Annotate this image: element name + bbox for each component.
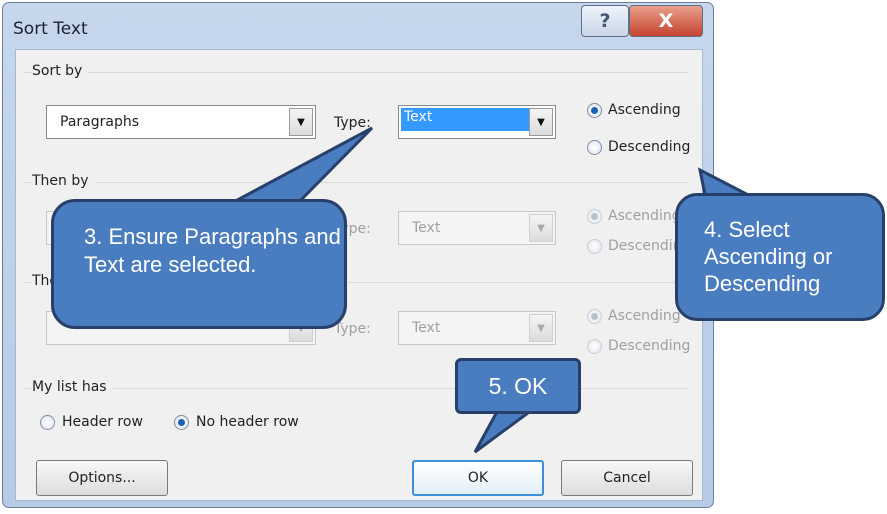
- callout-step3: 3. Ensure Paragraphs and Text are select…: [51, 199, 347, 329]
- callout-step5: 5. OK: [455, 358, 581, 414]
- callout-step5-tail: [473, 408, 537, 454]
- callout-step5-text: 5. OK: [488, 372, 548, 399]
- callout-step4-text: 4. Select Ascending or Descending: [704, 217, 833, 296]
- callout-step3-tail: [227, 126, 374, 207]
- callout-step4: 4. Select Ascending or Descending: [675, 193, 885, 321]
- callout-step3-text: 3. Ensure Paragraphs and Text are select…: [84, 224, 341, 277]
